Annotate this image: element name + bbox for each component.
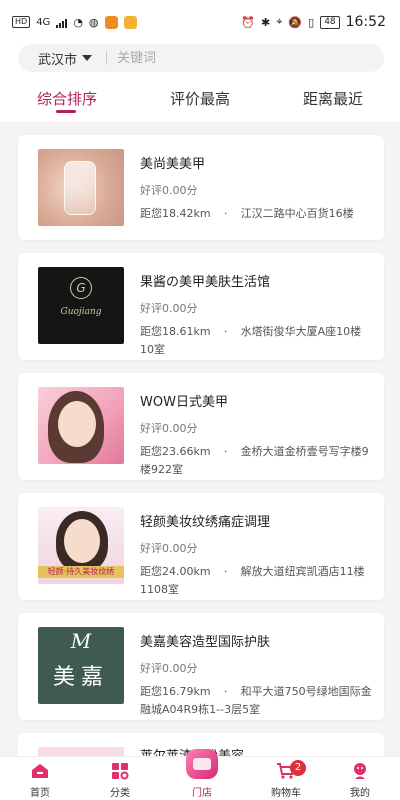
tabbar-label: 分类 — [110, 788, 130, 799]
battery-icon: 48 — [320, 15, 340, 29]
store-location: 距您16.79km · 和平大道750号绿地国际金融城A04R9栋1--3层5室 — [140, 685, 372, 716]
vibrate-icon: ▯ — [308, 15, 315, 29]
folder-app-icon — [123, 15, 137, 29]
store-card[interactable]: WOW日式美甲 好评0.00分 距您23.66km · 金桥大道金桥壹号写字楼9楼9… — [18, 373, 384, 480]
store-distance: 距您24.00km — [140, 565, 211, 578]
tabbar-label: 门店 — [192, 788, 212, 799]
sort-tabs: 综合排序 评价最高 距离最近 — [0, 74, 400, 122]
store-rating: 好评0.00分 — [140, 184, 198, 197]
tabbar-item-home[interactable]: 首页 — [10, 757, 70, 800]
search-divider — [106, 51, 108, 65]
store-thumbnail — [38, 149, 124, 226]
store-name: 美嘉美容造型国际护肤 — [140, 635, 271, 650]
search-section: 武汉市 — [0, 44, 400, 74]
tabbar-label: 我的 — [350, 788, 370, 799]
clock-time: 16:52 — [345, 14, 386, 30]
store-thumbnail — [38, 387, 124, 464]
store-icon — [186, 749, 218, 779]
store-name: 轻颜美妆纹绣痛症调理 — [140, 515, 271, 530]
store-location: 距您23.66km · 金桥大道金桥壹号写字楼9楼922室 — [140, 445, 369, 476]
grid-icon — [112, 763, 129, 780]
globe-icon: ◍ — [88, 15, 99, 29]
search-bar: 武汉市 — [18, 44, 384, 72]
store-distance: 距您18.42km — [140, 207, 211, 220]
store-rating: 好评0.00分 — [140, 542, 198, 555]
search-input[interactable] — [117, 50, 338, 66]
tab-comprehensive[interactable]: 综合排序 — [37, 88, 97, 109]
bottom-tab-bar: 首页 分类 门店 2 购物车 我的 — [0, 749, 400, 800]
tab-nearest[interactable]: 距离最近 — [303, 88, 363, 109]
city-selector[interactable]: 武汉市 — [18, 49, 93, 68]
tabbar-label: 首页 — [30, 788, 50, 799]
tabbar-label: 购物车 — [271, 788, 301, 799]
active-tab-indicator — [56, 110, 76, 113]
store-thumbnail: 轻颜·持久美妆纹绣 — [38, 507, 124, 584]
status-bar: HD 4G ◔ ◍ ⏰ ✱ ⌖ 🔕 ▯ 48 16:52 — [0, 0, 400, 44]
signal-type-label: 4G — [36, 16, 51, 28]
store-name: WOW日式美甲 — [140, 395, 228, 410]
store-rating: 好评0.00分 — [140, 662, 198, 675]
store-rating: 好评0.00分 — [140, 422, 198, 435]
cart-badge: 2 — [290, 760, 306, 776]
tabbar-item-profile[interactable]: 我的 — [330, 757, 390, 800]
store-distance: 距您23.66km — [140, 445, 211, 458]
store-distance: 距您18.61km — [140, 325, 211, 338]
alarm-icon: ⏰ — [241, 15, 255, 29]
store-card[interactable]: G Guojiang 果酱の美甲美肤生活馆 好评0.00分 距您18.61km ·… — [18, 253, 384, 360]
network-type-label: HD — [12, 16, 31, 28]
mute-icon: 🔕 — [288, 15, 303, 29]
user-icon — [354, 763, 366, 779]
store-distance: 距您16.79km — [140, 685, 211, 698]
store-thumbnail: M 美嘉 — [38, 627, 124, 704]
store-name: 果酱の美甲美肤生活馆 — [140, 275, 271, 290]
signal-icon — [56, 17, 68, 28]
thumbnail-brand-text: Guojiang — [60, 307, 102, 317]
store-name: 美尚美美甲 — [140, 157, 206, 172]
bluetooth-icon: ✱ — [261, 15, 271, 29]
store-card[interactable]: M 美嘉 美嘉美容造型国际护肤 好评0.00分 距您16.79km · 和平大道75… — [18, 613, 384, 720]
tab-top-rated[interactable]: 评价最高 — [170, 88, 230, 109]
store-location: 距您18.61km · 水塔街俊华大厦A座10楼10室 — [140, 325, 362, 356]
store-location: 距您24.00km · 解放大道纽宾凯酒店11楼1108室 — [140, 565, 365, 596]
tabbar-item-category[interactable]: 分类 — [90, 757, 150, 800]
store-card[interactable]: 轻颜·持久美妆纹绣 轻颜美妆纹绣痛症调理 好评0.00分 距您24.00km · 解… — [18, 493, 384, 600]
city-label: 武汉市 — [38, 52, 78, 68]
home-icon — [32, 764, 48, 778]
store-address: 江汉二路中心百货16楼 — [240, 207, 354, 220]
tabbar-item-cart[interactable]: 2 购物车 — [256, 757, 316, 800]
store-rating: 好评0.00分 — [140, 302, 198, 315]
thumbnail-banner-text: 轻颜·持久美妆纹绣 — [38, 566, 124, 578]
store-location: 距您18.42km · 江汉二路中心百货16楼 — [140, 207, 354, 220]
location-icon: ⌖ — [276, 15, 283, 28]
wifi-icon: ◔ — [73, 15, 83, 29]
store-thumbnail: G Guojiang — [38, 267, 124, 344]
store-card[interactable]: 美尚美美甲 好评0.00分 距您18.42km · 江汉二路中心百货16楼 — [18, 135, 384, 240]
thumbnail-brand-text: 美嘉 — [52, 665, 109, 690]
status-left: HD 4G ◔ ◍ — [12, 15, 137, 29]
video-app-icon — [104, 15, 118, 29]
store-logo: M — [70, 629, 92, 653]
chevron-down-icon — [82, 55, 93, 61]
tabbar-item-store[interactable]: 门店 — [172, 749, 232, 800]
store-logo: G — [70, 277, 92, 299]
status-right: ⏰ ✱ ⌖ 🔕 ▯ 48 16:52 — [241, 14, 386, 30]
